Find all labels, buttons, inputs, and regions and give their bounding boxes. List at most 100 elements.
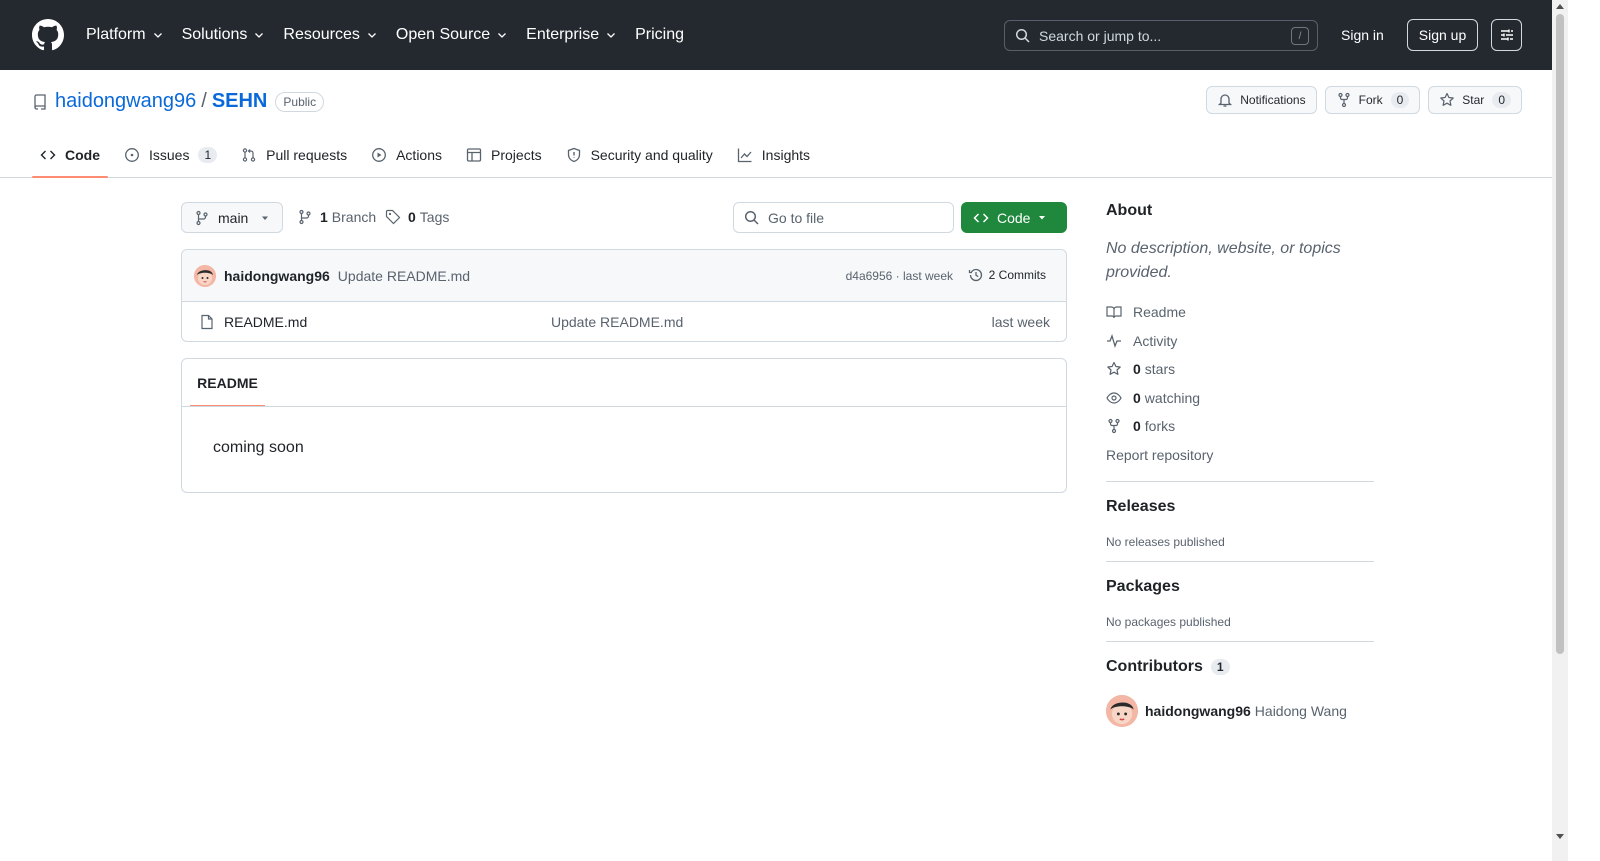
star-icon <box>1440 92 1455 106</box>
pulse-icon <box>1107 333 1121 348</box>
sign-up-button[interactable]: Sign up <box>1407 19 1478 51</box>
tab-label: Pull requests <box>266 147 348 163</box>
branches-link[interactable]: 1 Branch <box>297 209 376 225</box>
forks-label: forks <box>1144 418 1176 435</box>
pull-request-icon <box>242 148 256 162</box>
fork-button[interactable]: Fork 0 <box>1324 86 1421 114</box>
fork-icon <box>1108 419 1120 434</box>
tab-insights[interactable]: Insights <box>729 132 818 178</box>
stars-count: 0 <box>1133 361 1141 378</box>
divider <box>1106 640 1374 642</box>
readme-divider <box>182 406 1066 407</box>
stars-label: stars <box>1144 361 1176 378</box>
branch-count: 1 <box>320 209 328 225</box>
commits-history-link[interactable]: 2 Commits <box>968 267 1046 283</box>
repo-separator: / <box>201 90 207 112</box>
readme-tab[interactable]: README <box>190 359 265 407</box>
global-nav: Platform Solutions Resources Open Source… <box>86 26 702 44</box>
repo-title: haidongwang96 / SEHN Public <box>32 90 325 113</box>
code-icon <box>40 150 56 160</box>
releases-empty-text: No releases published <box>1106 534 1225 549</box>
go-to-file-input[interactable]: Go to file <box>733 202 954 233</box>
search-shortcut-key: / <box>1291 27 1309 45</box>
tags-link[interactable]: 0 Tags <box>385 209 449 225</box>
file-icon <box>201 314 213 330</box>
nav-enterprise[interactable]: Enterprise <box>526 26 617 44</box>
repo-owner-link[interactable]: haidongwang96 <box>55 90 196 113</box>
readme-link[interactable]: Readme <box>1106 298 1374 327</box>
nav-platform[interactable]: Platform <box>86 26 164 44</box>
file-commit-date: last week <box>991 314 1050 330</box>
repo-name-link[interactable]: SEHN <box>212 90 268 113</box>
chevron-down-icon <box>255 33 264 38</box>
table-row[interactable]: README.md Update README.md last week <box>182 302 1066 341</box>
releases-heading[interactable]: Releases <box>1106 498 1374 516</box>
book-icon <box>1106 306 1122 319</box>
triangle-down-icon <box>262 216 269 220</box>
tag-icon <box>385 209 401 225</box>
stars-link[interactable]: 0 stars <box>1106 355 1374 384</box>
star-button[interactable]: Star 0 <box>1428 86 1522 114</box>
nav-label: Platform <box>86 26 146 43</box>
chevron-down-icon <box>367 33 376 38</box>
tab-issues[interactable]: Issues 1 <box>116 132 225 178</box>
global-header: Platform Solutions Resources Open Source… <box>0 0 1552 70</box>
tab-label: Actions <box>396 147 443 163</box>
tab-projects[interactable]: Projects <box>458 132 550 178</box>
file-commit-message[interactable]: Update README.md <box>551 314 683 330</box>
nav-resources[interactable]: Resources <box>283 26 377 44</box>
about-list: Readme Activity 0 stars 0 watching 0 for… <box>1106 298 1374 469</box>
contributors-count: 1 <box>1210 658 1230 675</box>
readme-link-label: Readme <box>1133 304 1186 321</box>
packages-heading[interactable]: Packages <box>1106 578 1374 596</box>
branch-select-button[interactable]: main <box>181 202 283 233</box>
tag-count: 0 <box>408 209 416 225</box>
settings-menu-button[interactable] <box>1491 19 1522 51</box>
page-scrollbar[interactable] <box>1552 0 1568 861</box>
contributors-heading[interactable]: Contributors 1 <box>1106 658 1374 676</box>
chevron-down-icon <box>153 33 162 38</box>
nav-open-source[interactable]: Open Source <box>396 26 508 44</box>
nav-label: Enterprise <box>526 26 600 43</box>
scroll-thumb[interactable] <box>1556 14 1564 654</box>
sign-in-link[interactable]: Sign in <box>1341 27 1384 43</box>
activity-link-label: Activity <box>1133 332 1178 349</box>
watching-link[interactable]: 0 watching <box>1106 384 1374 413</box>
tab-actions[interactable]: Actions <box>363 132 450 178</box>
github-logo-icon[interactable] <box>32 19 64 51</box>
search-input[interactable]: Search or jump to... / <box>1004 20 1318 51</box>
watching-label: watching <box>1144 389 1201 406</box>
file-name-link[interactable]: README.md <box>224 314 307 330</box>
commit-author-link[interactable]: haidongwang96 <box>224 268 330 284</box>
issue-opened-icon <box>125 148 139 162</box>
about-heading: About <box>1106 202 1153 219</box>
repo-sidebar: About No description, website, or topics… <box>1106 202 1374 727</box>
activity-link[interactable]: Activity <box>1106 327 1374 356</box>
commit-message-link[interactable]: Update README.md <box>338 268 470 284</box>
repo-icon <box>34 93 46 110</box>
contributor-login[interactable]: haidongwang96 <box>1145 703 1251 719</box>
readme-panel: README coming soon <box>181 358 1067 493</box>
notifications-button[interactable]: Notifications <box>1206 86 1317 114</box>
scroll-up-arrow-icon[interactable] <box>1556 4 1564 9</box>
forks-link[interactable]: 0 forks <box>1106 412 1374 441</box>
nav-solutions[interactable]: Solutions <box>182 26 266 44</box>
avatar[interactable] <box>1106 694 1138 727</box>
report-repository-link[interactable]: Report repository <box>1106 441 1374 469</box>
tab-security[interactable]: Security and quality <box>558 132 721 178</box>
commit-hash-and-date[interactable]: d4a6956 · last week <box>846 269 953 283</box>
repo-header: haidongwang96 / SEHN Public Notification… <box>0 70 1552 178</box>
avatar-icon <box>1106 694 1138 727</box>
tab-label: Security and quality <box>590 147 713 163</box>
star-count: 0 <box>1492 92 1511 108</box>
contributor-item[interactable]: haidongwang96 Haidong Wang <box>1106 694 1374 727</box>
code-dropdown-button[interactable]: Code <box>961 202 1067 233</box>
tab-code[interactable]: Code <box>32 132 108 178</box>
nav-pricing[interactable]: Pricing <box>635 26 684 44</box>
go-to-file-placeholder: Go to file <box>768 209 825 226</box>
avatar[interactable] <box>194 264 216 287</box>
graph-icon <box>737 148 752 163</box>
nav-label: Solutions <box>181 26 248 43</box>
tab-pull-requests[interactable]: Pull requests <box>233 132 355 178</box>
scroll-down-arrow-icon[interactable] <box>1556 834 1564 839</box>
